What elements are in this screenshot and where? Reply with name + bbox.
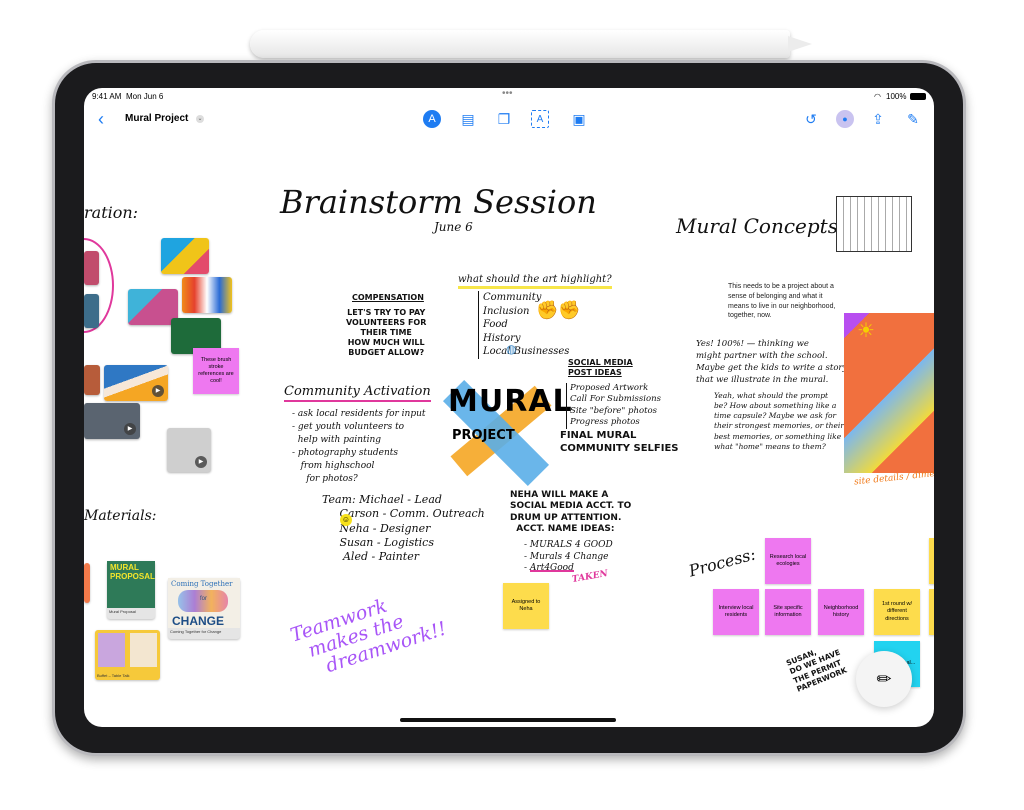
social-list[interactable]: Proposed Artwork Call For Submissions Si… [566,383,661,429]
team-list[interactable]: Team: Michael - Lead Carson - Comm. Outr… [322,493,485,564]
mural-concepts-heading[interactable]: Mural Concepts [676,214,838,238]
document-mural-proposal[interactable]: MURAL PROPOSAL Mural Proposal [107,561,155,619]
document-coming-together[interactable]: Coming Together for CHANGE Coming Togeth… [168,578,240,639]
change-name: Coming Together for Change [170,629,222,634]
text-box-icon[interactable]: A [531,110,549,128]
photo-portrait[interactable] [84,251,99,285]
document-buffet[interactable]: Buffet – Table Talk [95,630,160,680]
brainstorm-date[interactable]: June 6 [434,220,473,234]
brainstorm-title[interactable]: Brainstorm Session [280,183,597,221]
collaborators-icon[interactable]: ● [836,110,854,128]
multitasking-dots-icon[interactable]: ••• [502,88,513,99]
play-icon[interactable]: ▶ [124,423,136,435]
social-heading[interactable]: SOCIAL MEDIA POST IDEAS [568,358,633,378]
apple-pencil [250,30,812,58]
neha-note[interactable]: NEHA WILL MAKE A SOCIAL MEDIA ACCT. TO D… [510,490,631,535]
community-heading[interactable]: Community Activation [284,384,431,402]
pencil-tool-button[interactable]: ✏ [856,651,912,707]
sticky-partial[interactable] [929,538,934,584]
change-cover-for: for [200,596,208,602]
sticky-assigned[interactable]: Assigned to Neha [503,583,549,629]
change-cover-top: Coming Together [171,580,233,588]
highlight-question[interactable]: what should the art highlight? [458,274,612,289]
mural-project-logo[interactable]: MURAL PROJECT [436,378,572,487]
undo-icon[interactable]: ↺ [802,110,820,128]
globe-icon[interactable]: ◍ [506,342,516,356]
battery-icon [910,93,926,100]
video-architecture[interactable]: ▶ [104,365,168,401]
compensation-body[interactable]: LET'S TRY TO PAY VOLUNTEERS FOR THEIR TI… [346,308,426,358]
social-final[interactable]: FINAL MURAL COMMUNITY SELFIES [560,430,679,455]
buffet-illustration [98,633,125,667]
logo-project: PROJECT [452,428,515,443]
sticky-note-icon[interactable]: ▤ [459,110,477,128]
teamwork-note[interactable]: Teamwork makes the dreamwork!! [288,581,449,684]
board-title[interactable]: Mural Project [125,113,188,124]
community-list[interactable]: - ask local residents for input - get yo… [292,408,426,486]
share-icon[interactable]: ⇪ [869,110,887,128]
sticky-research[interactable]: Research local ecologies [765,538,811,584]
raised-fists-emoji[interactable]: ✊✊ [536,300,581,321]
new-board-icon[interactable]: ✎ [904,110,922,128]
compensation-heading[interactable]: COMPENSATION [352,293,424,303]
back-chevron-icon[interactable]: ‹ [92,110,110,128]
document-partial[interactable] [84,563,90,603]
video-dancer[interactable]: ▶ [167,428,211,472]
mural-photo-2[interactable] [182,277,232,313]
freeform-screen: 9:41 AM Mon Jun 6 ••• ◠ 100% ‹ Mural Pro… [84,88,934,727]
reply-1[interactable]: Yes! 100%! — thinking we might partner w… [696,339,847,387]
susan-note[interactable]: SUSAN, DO WE HAVE THE PERMIT PAPERWORK [785,639,849,694]
change-cover-main: CHANGE [172,614,225,628]
status-time: 9:41 AM [92,92,122,101]
mural-photo-1[interactable] [161,238,209,274]
inspiration-heading[interactable]: ration: [84,203,138,222]
smiley-emoji[interactable]: ☺ [340,514,352,526]
sticky-partial-2[interactable] [929,589,934,635]
strikethrough [530,570,574,572]
building-sketch[interactable] [836,196,912,252]
sticky-first-round[interactable]: 1st round w/ different directions [874,589,920,635]
title-menu-chevron-icon[interactable]: ⌄ [196,115,204,123]
proposal-cover: MURAL PROPOSAL [107,561,155,608]
materials-heading[interactable]: Materials: [84,508,157,525]
video-street[interactable]: ▶ [84,403,140,439]
status-date: Mon Jun 6 [126,92,164,101]
reply-2[interactable]: Yeah, what should the prompt be? How abo… [714,391,844,452]
play-icon[interactable]: ▶ [152,385,164,397]
sticky-site[interactable]: Site specific information [765,589,811,635]
photo-brick[interactable] [84,365,100,395]
shapes-icon[interactable]: ❐ [495,110,513,128]
sticky-brush[interactable]: These brush stroke references are cool! [193,348,239,394]
media-icon[interactable]: ▣ [570,110,588,128]
buffet-name: Buffet – Table Talk [97,673,130,678]
wifi-icon: ◠ [874,92,881,101]
buffet-illustration-2 [130,633,157,667]
photo-portrait-2[interactable] [84,294,99,328]
sun-drawing: ☀ [857,320,875,342]
concept-text[interactable]: This needs to be a project about a sense… [728,282,838,321]
process-heading[interactable]: Process: [687,544,758,580]
play-icon[interactable]: ▶ [195,456,207,468]
sticky-interview[interactable]: Interview local residents [713,589,759,635]
home-indicator[interactable] [400,718,616,722]
sticky-history[interactable]: Neighborhood history [818,589,864,635]
pen-markup-icon[interactable]: A [423,110,441,128]
proposal-name: Mural Proposal [109,609,136,614]
logo-mural: MURAL [448,384,573,419]
battery-level: 100% [886,92,907,101]
